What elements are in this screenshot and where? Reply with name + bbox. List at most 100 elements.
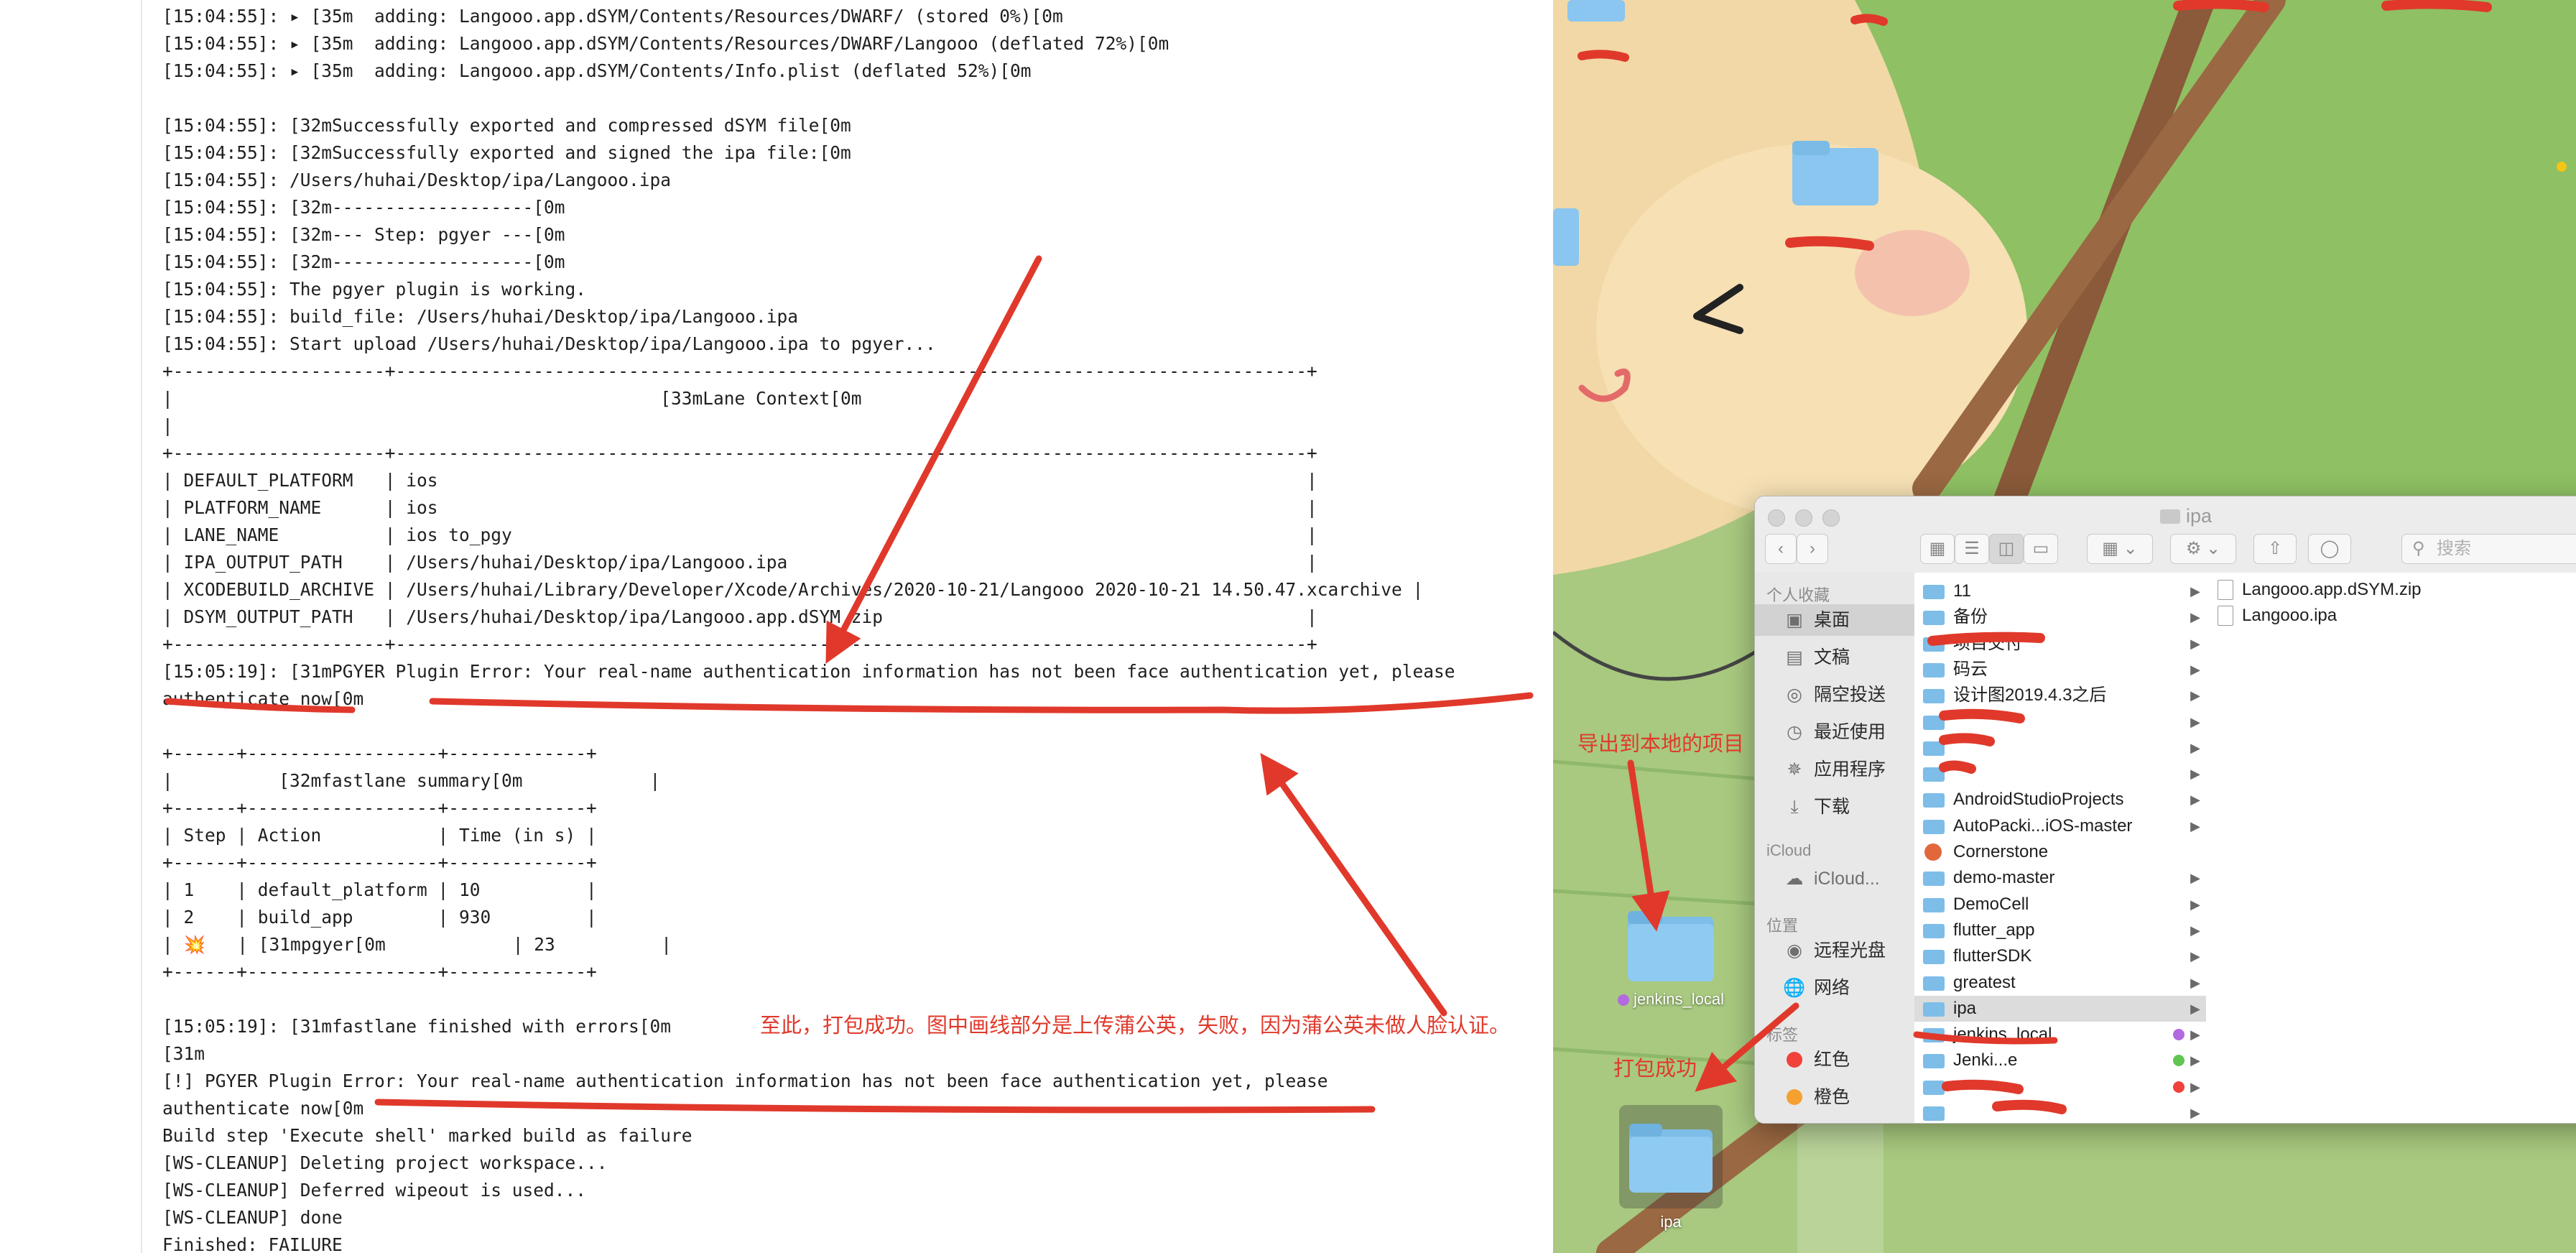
disclosure-arrow-icon: ▶: [2190, 1106, 2200, 1120]
console-line: | IPA_OUTPUT_PATH | /Users/huhai/Desktop…: [162, 552, 1317, 573]
sidebar-item-icloud-drive[interactable]: ☁ iCloud...: [1755, 863, 1914, 894]
sidebar-item-label: 隔空投送: [1814, 685, 1886, 705]
icon-view-button[interactable]: ▦: [1920, 534, 1955, 564]
console-line: +--------------------+------------------…: [162, 443, 1317, 463]
folder-icon: [1629, 1124, 1713, 1193]
tag-dot-icon: [2173, 1055, 2184, 1067]
finder-row[interactable]: ▶: [1914, 709, 2206, 735]
finder-row[interactable]: jenkins_local ▶: [1914, 1022, 2206, 1048]
finder-row[interactable]: 设计图2019.4.3之后 ▶: [1914, 683, 2206, 708]
desktop-folder-ipa[interactable]: ipa: [1619, 1105, 1723, 1234]
finder-row[interactable]: 码云 ▶: [1914, 657, 2206, 683]
sidebar-item-tag-red[interactable]: 红色: [1755, 1044, 1914, 1076]
console-line: |: [162, 415, 173, 436]
group-icon: ▦ ⌄: [2102, 539, 2138, 558]
finder-row[interactable]: 11 ▶: [1914, 578, 2206, 604]
finder-row-name: ipa: [1953, 998, 1977, 1018]
disclosure-arrow-icon: ▶: [2190, 923, 2200, 938]
finder-file-row[interactable]: Langooo.ipa: [2206, 603, 2576, 629]
disclosure-arrow-icon: ▶: [2190, 1079, 2200, 1094]
folder-icon: [1923, 976, 1945, 991]
console-line: [WS-CLEANUP] Deferred wipeout is used...: [162, 1180, 587, 1201]
console-line: Build step 'Execute shell' marked build …: [162, 1125, 692, 1146]
share-button[interactable]: ⇧: [2253, 534, 2297, 564]
gallery-view-button[interactable]: ▭: [2024, 534, 2058, 564]
search-input[interactable]: ⚲ 搜索: [2401, 534, 2576, 564]
console-line: Finished: FAILURE: [162, 1234, 343, 1253]
finder-row-name: jenkins_local: [1953, 1025, 2052, 1045]
finder-row[interactable]: ▶: [1914, 1100, 2206, 1123]
share-icon: ⇧: [2267, 539, 2283, 558]
finder-row[interactable]: DemoCell ▶: [1914, 892, 2206, 917]
console-line: | LANE_NAME | ios to_pgy |: [162, 524, 1317, 545]
console-line: +------+------------------+-------------…: [162, 961, 597, 982]
back-button[interactable]: ‹: [1765, 534, 1797, 564]
sidebar-item-applications[interactable]: ✵ 应用程序: [1755, 754, 1914, 785]
finder-row[interactable]: ▶: [1914, 735, 2206, 761]
sidebar-item-airdrop[interactable]: ◎ 隔空投送: [1755, 679, 1914, 711]
sidebar-item-tag-orange[interactable]: 橙色: [1755, 1081, 1914, 1113]
disclosure-arrow-icon: ▶: [2190, 792, 2200, 808]
sidebar-item-label: iCloud...: [1814, 869, 1880, 889]
desktop-folder-label: jenkins_local: [1605, 990, 1737, 1009]
finder-row[interactable]: ▶: [1914, 761, 2206, 787]
clock-icon: ◷: [1787, 722, 1802, 742]
console-line: [15:04:55]: Start upload /Users/huhai/De…: [162, 333, 936, 354]
finder-row[interactable]: greatest ▶: [1914, 970, 2206, 996]
sidebar-item-downloads[interactable]: ⤓ 下载: [1755, 791, 1914, 823]
group-button[interactable]: ▦ ⌄: [2087, 534, 2153, 564]
finder-column-ipa: Langooo.app.dSYM.zip Langooo.ipa: [2206, 573, 2576, 1123]
folder-icon: [1923, 1106, 1945, 1121]
list-view-button[interactable]: ☰: [1955, 534, 1989, 564]
sidebar-item-recents[interactable]: ◷ 最近使用: [1755, 716, 1914, 748]
finder-file-name: Langooo.ipa: [2242, 606, 2338, 625]
tag-icon: ◯: [2320, 539, 2340, 558]
finder-row[interactable]: ipa ▶: [1914, 995, 2206, 1022]
console-log-text: [15:04:55]: ▸ [35m adding: Langooo.app.d…: [162, 3, 1455, 1253]
cloud-icon: ☁: [1785, 869, 1804, 889]
sidebar-item-network[interactable]: 🌐 网络: [1755, 972, 1914, 1004]
console-line: authenticate now[0m: [162, 688, 364, 709]
console-line: [15:05:19]: [31mPGYER Plugin Error: Your…: [162, 661, 1455, 682]
disclosure-arrow-icon: ▶: [2190, 975, 2200, 990]
finder-row[interactable]: Cornerstone: [1914, 839, 2206, 865]
finder-row-name: demo-master: [1953, 868, 2055, 888]
console-gutter: [0, 0, 142, 1253]
console-line: [15:04:55]: ▸ [35m adding: Langooo.app.d…: [162, 60, 1032, 81]
tag-button[interactable]: ◯: [2308, 534, 2351, 564]
folder-title-icon: [2159, 509, 2180, 524]
finder-row[interactable]: Jenki...e ▶: [1914, 1048, 2206, 1073]
finder-file-row[interactable]: Langooo.app.dSYM.zip: [2206, 577, 2576, 603]
finder-row[interactable]: demo-master ▶: [1914, 865, 2206, 891]
folder-icon: [1923, 741, 1945, 756]
folder-icon: [1923, 1080, 1945, 1095]
finder-row[interactable]: flutter_app ▶: [1914, 917, 2206, 943]
finder-row-name: 备份: [1953, 607, 1988, 627]
finder-row[interactable]: 项目交付 ▶: [1914, 631, 2206, 657]
finder-row[interactable]: AndroidStudioProjects ▶: [1914, 787, 2206, 813]
sidebar-header-tags: 标签: [1766, 1026, 1799, 1044]
finder-row-name: flutter_app: [1953, 920, 2035, 940]
console-line: [WS-CLEANUP] Deleting project workspace.…: [162, 1152, 608, 1173]
finder-row[interactable]: ▶: [1914, 1074, 2206, 1100]
finder-row[interactable]: flutterSDK ▶: [1914, 943, 2206, 969]
cornerstone-app-icon: [1924, 843, 1942, 861]
disclosure-arrow-icon: ▶: [2190, 610, 2200, 625]
console-line: [15:04:55]: [32mSuccessfully exported an…: [162, 115, 851, 136]
column-view-button[interactable]: ◫: [1989, 534, 2024, 564]
sidebar-item-desktop[interactable]: ▣ 桌面: [1755, 604, 1914, 636]
sidebar-item-documents[interactable]: ▤ 文稿: [1755, 642, 1914, 673]
action-button[interactable]: ⚙ ⌄: [2170, 534, 2236, 564]
finder-row-name: 码云: [1953, 659, 1988, 679]
gallery-icon: ▭: [2032, 539, 2049, 558]
folder-icon: [1923, 819, 1945, 834]
red-tag-icon: [1787, 1052, 1802, 1068]
finder-row[interactable]: 备份 ▶: [1914, 604, 2206, 630]
sidebar-item-remote-disc[interactable]: ◉ 远程光盘: [1755, 935, 1914, 966]
desktop-folder-icon[interactable]: [1792, 141, 1878, 205]
finder-row-name: AutoPacki...iOS-master: [1953, 815, 2133, 836]
sidebar-header-icloud: iCloud: [1766, 841, 1812, 859]
finder-row[interactable]: AutoPacki...iOS-master ▶: [1914, 813, 2206, 839]
desktop-folder-jenkins-local[interactable]: jenkins_local: [1605, 901, 1737, 1016]
forward-button[interactable]: ›: [1797, 534, 1828, 564]
